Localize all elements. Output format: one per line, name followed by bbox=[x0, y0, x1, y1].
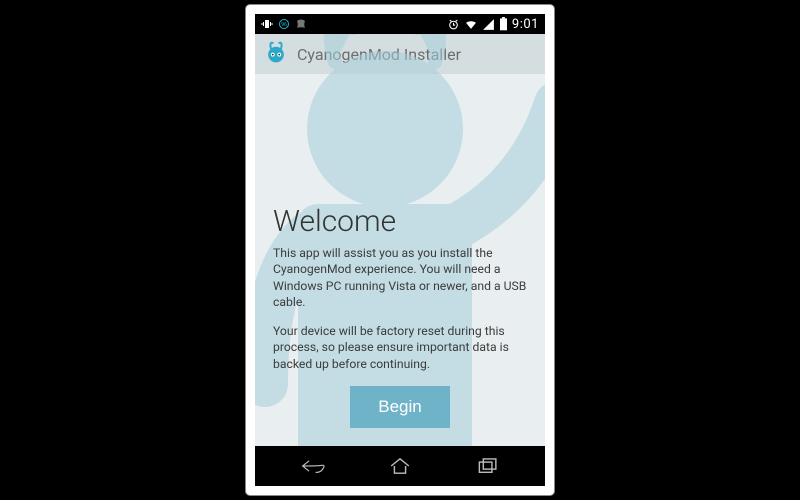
app-title: CyanogenMod Installer bbox=[297, 45, 461, 64]
app-logo-icon bbox=[263, 39, 289, 69]
intro-paragraph-2: Your device will be factory reset during… bbox=[273, 323, 527, 372]
status-clock: 9:01 bbox=[512, 17, 539, 32]
wifi-icon bbox=[464, 18, 478, 31]
processor-icon bbox=[295, 18, 307, 30]
content-area: Welcome This app will assist you as you … bbox=[255, 74, 545, 446]
phone-screen: 96 bbox=[255, 14, 545, 486]
battery-icon bbox=[499, 17, 508, 31]
status-bar-left: 96 bbox=[261, 18, 307, 30]
page-title: Welcome bbox=[273, 204, 527, 239]
recent-apps-button[interactable] bbox=[458, 452, 518, 480]
back-button[interactable] bbox=[283, 452, 343, 480]
alarm-icon bbox=[447, 18, 460, 31]
home-button[interactable] bbox=[370, 452, 430, 480]
svg-text:96: 96 bbox=[281, 22, 287, 28]
status-bar: 96 bbox=[255, 14, 545, 34]
badge-icon: 96 bbox=[278, 18, 290, 30]
welcome-text-block: Welcome This app will assist you as you … bbox=[273, 204, 527, 384]
signal-icon bbox=[482, 18, 495, 31]
intro-paragraph-1: This app will assist you as you install … bbox=[273, 245, 527, 311]
phone-frame: 96 bbox=[246, 5, 554, 495]
vibrate-icon bbox=[261, 18, 273, 30]
status-bar-right: 9:01 bbox=[447, 17, 539, 32]
app-header: CyanogenMod Installer bbox=[255, 34, 545, 75]
begin-button[interactable]: Begin bbox=[350, 386, 450, 428]
stage: 96 bbox=[0, 0, 800, 500]
nav-bar bbox=[255, 446, 545, 486]
